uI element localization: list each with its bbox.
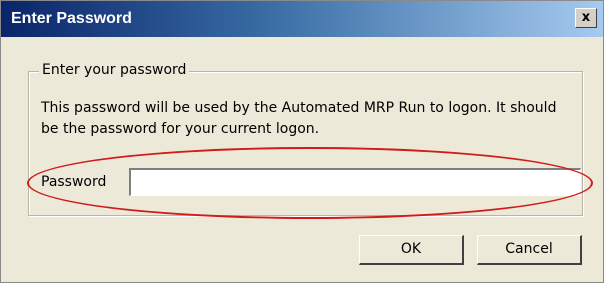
password-input[interactable] bbox=[129, 168, 581, 196]
description-text: This password will be used by the Automa… bbox=[41, 100, 557, 137]
close-button[interactable]: x bbox=[575, 8, 597, 28]
ok-button[interactable]: OK bbox=[359, 235, 464, 265]
groupbox-legend: Enter your password bbox=[39, 61, 190, 79]
cancel-button[interactable]: Cancel bbox=[477, 235, 582, 265]
enter-password-dialog: Enter Password x Enter your password Thi… bbox=[0, 0, 604, 283]
title-bar[interactable]: Enter Password x bbox=[1, 1, 603, 37]
password-label: Password bbox=[41, 174, 107, 190]
dialog-title: Enter Password bbox=[11, 10, 132, 27]
